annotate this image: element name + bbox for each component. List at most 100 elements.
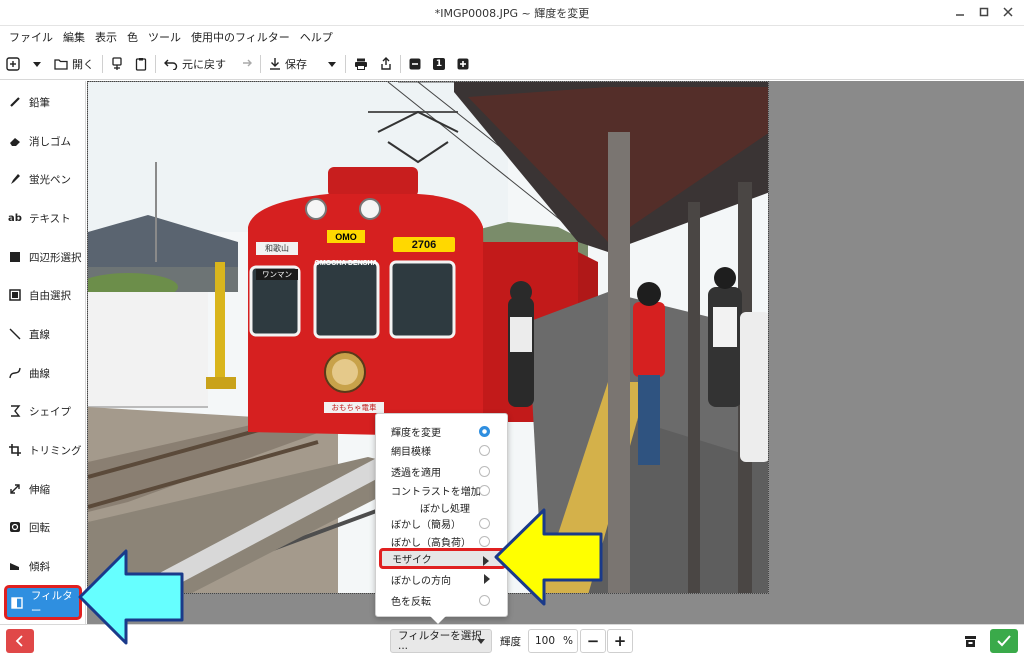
rotate-icon (8, 520, 22, 534)
maximize-button[interactable] (974, 3, 994, 21)
toolbar-separator (260, 54, 261, 73)
close-icon (1003, 7, 1013, 17)
close-button[interactable] (998, 3, 1018, 21)
text-icon: ab (8, 212, 22, 224)
chevron-left-icon (15, 635, 23, 647)
back-button[interactable] (6, 629, 34, 653)
percent-unit: % (563, 635, 574, 647)
tool-eraser[interactable]: 消しゴム (4, 126, 82, 156)
rect-select-icon (8, 250, 22, 264)
tool-scale[interactable]: 伸縮 (4, 474, 82, 504)
share-button[interactable] (374, 51, 398, 77)
copy-icon (112, 56, 122, 70)
filter-option-blur-direction[interactable]: ぼかしの方向 (376, 571, 507, 588)
highlighter-icon (8, 172, 22, 186)
tool-sidebar: 鉛筆 消しゴム 蛍光ペン ab テキスト 四辺形選択 自由選択 直線 曲線 シェ… (0, 81, 86, 624)
filter-option-mosaic[interactable]: モザイク (379, 548, 506, 569)
radio-selected-icon (479, 426, 490, 437)
tool-label: 自由選択 (29, 289, 71, 302)
tool-highlighter[interactable]: 蛍光ペン (4, 164, 82, 194)
option-label: 色を反転 (391, 597, 431, 608)
tool-skew[interactable]: 傾斜 (4, 551, 82, 581)
radio-icon (479, 518, 490, 529)
curve-icon (8, 366, 22, 380)
blur-section-label: ぼかし処理 (420, 504, 470, 515)
radio-icon (479, 536, 490, 547)
zoom-out-button[interactable] (403, 51, 427, 77)
crop-icon (8, 443, 22, 457)
open-button[interactable]: 開く (48, 51, 100, 77)
tool-text[interactable]: ab テキスト (4, 203, 82, 233)
zoom-one-icon: 1 (433, 57, 445, 70)
menu-file[interactable]: ファイル (4, 29, 58, 45)
save-dropdown[interactable] (313, 51, 343, 77)
new-image-button[interactable] (0, 51, 26, 77)
tool-line[interactable]: 直線 (4, 319, 82, 349)
brightness-input[interactable]: 100 % (528, 629, 578, 653)
option-label: ぼかし（高負荷） (391, 538, 471, 549)
tool-pencil[interactable]: 鉛筆 (4, 87, 82, 117)
apply-button[interactable] (990, 629, 1018, 653)
minimize-button[interactable] (950, 3, 970, 21)
zoom-reset-button[interactable]: 1 (427, 51, 451, 77)
paste-button[interactable] (129, 51, 153, 77)
tool-curve[interactable]: 曲線 (4, 358, 82, 388)
destination-sign: 和歌山 (256, 242, 298, 255)
menu-active-filters[interactable]: 使用中のフィルター (186, 29, 295, 45)
yellow-callout-arrow-icon (494, 508, 603, 606)
redo-button[interactable] (232, 51, 258, 77)
toolbar-separator (102, 54, 103, 73)
option-label: ぼかし（簡易） (391, 520, 461, 531)
tool-rotate[interactable]: 回転 (4, 512, 82, 542)
side-text-sign: おもちゃ電車 (324, 402, 384, 413)
menu-edit[interactable]: 編集 (58, 29, 90, 45)
radio-icon (479, 466, 490, 477)
undo-button[interactable]: 元に戻す (158, 51, 232, 77)
tool-filter[interactable]: フィルター (4, 585, 82, 620)
tool-label: シェイプ (29, 405, 71, 418)
menu-tools[interactable]: ツール (143, 29, 186, 45)
menu-help[interactable]: ヘルプ (295, 29, 338, 45)
tool-label: 伸縮 (29, 483, 50, 496)
eraser-icon (8, 134, 22, 148)
brightness-increase-button[interactable]: + (607, 629, 633, 653)
tool-free-select[interactable]: 自由選択 (4, 280, 82, 310)
undo-icon (164, 59, 178, 70)
pencil-icon (8, 95, 22, 109)
submenu-arrow-icon (483, 556, 489, 566)
toolbar-separator (345, 54, 346, 73)
print-button[interactable] (348, 51, 374, 77)
scale-icon (8, 482, 22, 496)
filter-option-invert[interactable]: 色を反転 (376, 592, 507, 609)
chevron-down-icon (477, 639, 485, 644)
train-name-sign: OMOCHA DENSHA (314, 260, 378, 267)
zoom-in-button[interactable] (451, 51, 475, 77)
menu-color[interactable]: 色 (122, 29, 143, 45)
new-image-dropdown[interactable] (26, 51, 48, 77)
chevron-down-icon (33, 61, 41, 67)
filter-option-transparency[interactable]: 透過を適用 (376, 463, 507, 480)
delete-button[interactable] (960, 631, 980, 651)
printer-icon (355, 58, 367, 70)
option-label: ぼかしの方向 (391, 576, 451, 587)
tool-label: テキスト (29, 212, 71, 225)
brightness-decrease-button[interactable]: − (580, 629, 606, 653)
tool-rect-select[interactable]: 四辺形選択 (4, 242, 82, 272)
filter-option-contrast[interactable]: コントラストを増加 (376, 482, 507, 499)
toolbar-separator (155, 54, 156, 73)
menu-view[interactable]: 表示 (90, 29, 122, 45)
save-button[interactable]: 保存 (263, 51, 313, 77)
tool-crop[interactable]: トリミング (4, 435, 82, 465)
tool-label: 曲線 (29, 367, 50, 380)
car-number-sign: 2706 (393, 237, 455, 252)
copy-button[interactable] (105, 51, 129, 77)
filter-option-blur-simple[interactable]: ぼかし（簡易） (376, 515, 507, 532)
tool-label: 回転 (29, 521, 50, 534)
tool-shape[interactable]: シェイプ (4, 396, 82, 426)
trash-icon (964, 635, 976, 647)
filter-option-brightness[interactable]: 輝度を変更 (376, 423, 507, 440)
tool-label: 直線 (29, 328, 50, 341)
toolbar-separator (400, 54, 401, 73)
filter-select-dropdown[interactable]: フィルターを選択··· (390, 629, 492, 655)
filter-option-mesh[interactable]: 網目模様 (376, 442, 507, 459)
